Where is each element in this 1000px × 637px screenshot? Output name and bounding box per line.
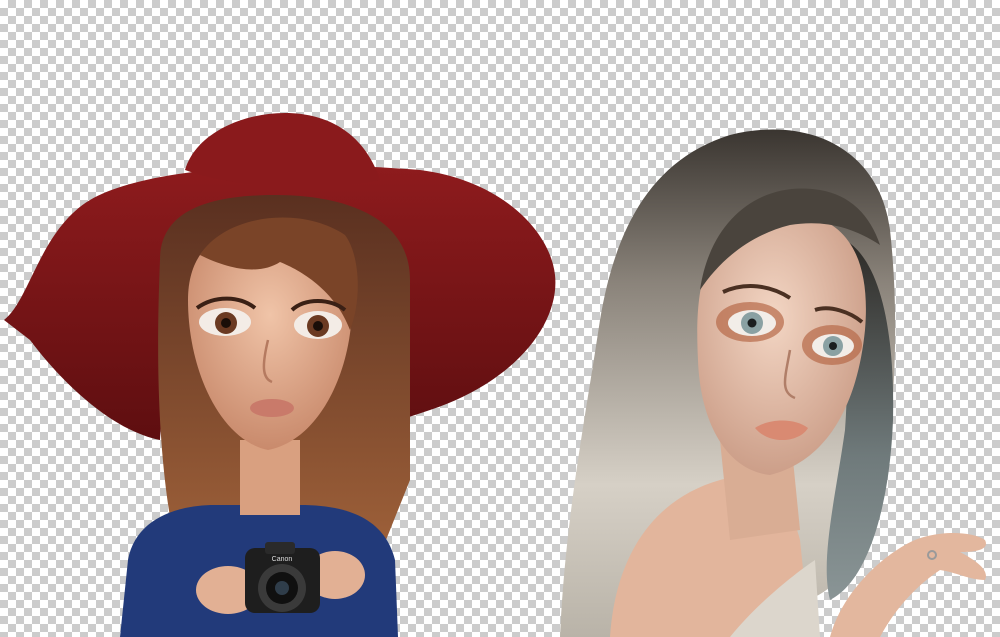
neck [240,440,300,515]
lips-left [250,399,294,417]
artwork: Canon [4,113,986,637]
camera-brand-label: Canon [272,556,293,563]
transparent-canvas: Canon [0,0,1000,637]
hat-crown [185,113,380,187]
right-figure [560,129,986,637]
left-figure: Canon [4,113,556,637]
